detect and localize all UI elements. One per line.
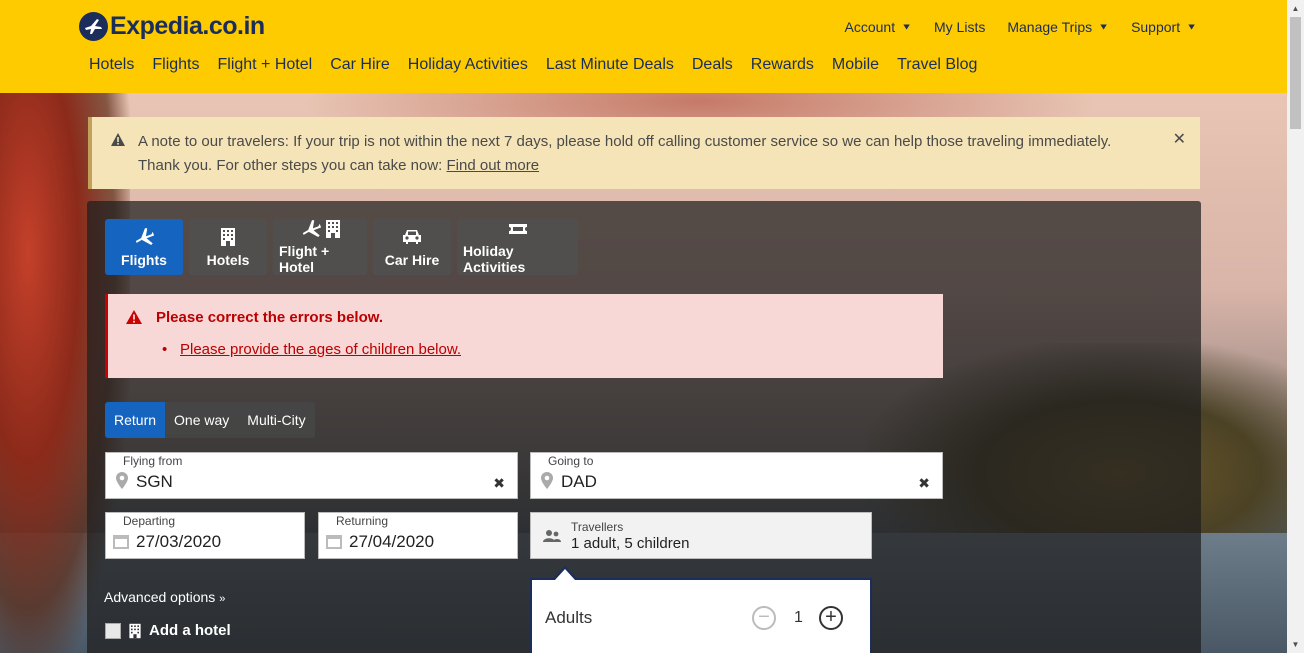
trip-type-multi-city[interactable]: Multi-City — [238, 402, 314, 438]
tab-hotels-label: Hotels — [206, 252, 250, 268]
building-icon — [325, 220, 340, 238]
trip-type-one-way[interactable]: One way — [165, 402, 238, 438]
warning-icon — [111, 133, 125, 146]
adults-count: 1 — [794, 609, 803, 626]
expedia-logo[interactable]: Expedia.co.in — [79, 12, 265, 41]
scroll-thumb[interactable] — [1290, 17, 1301, 129]
find-out-more-link[interactable]: Find out more — [447, 157, 540, 174]
departing-value: 27/03/2020 — [136, 532, 222, 551]
flying-from-value: SGN — [136, 472, 173, 491]
tab-flight-hotel[interactable]: Flight + Hotel — [273, 219, 367, 275]
error-list-item: Please provide the ages of children belo… — [162, 341, 461, 358]
going-to-label: Going to — [548, 454, 594, 468]
add-hotel-checkbox[interactable] — [105, 622, 121, 639]
nav-flights[interactable]: Flights — [152, 56, 199, 74]
tab-flights-label: Flights — [121, 252, 167, 268]
nav-mobile[interactable]: Mobile — [832, 56, 879, 74]
departing-label: Departing — [123, 514, 176, 528]
page-scrollbar[interactable]: ▲ ▼ — [1287, 0, 1304, 653]
utility-nav: Account ▼ My Lists Manage Trips ▼ Support ▼ — [845, 19, 1197, 35]
banner-text: A note to our travelers: If your trip is… — [138, 130, 1148, 178]
tab-holiday-activities-label: Holiday Activities — [463, 243, 526, 275]
scroll-down-arrow-icon[interactable]: ▼ — [1287, 636, 1304, 653]
building-icon — [221, 228, 235, 246]
banner-message: A note to our travelers: If your trip is… — [138, 133, 1112, 174]
double-chevron-down-icon: » — [219, 593, 226, 605]
plane-logo-icon — [79, 12, 108, 41]
close-icon[interactable]: ✕ — [1173, 129, 1186, 149]
support-menu[interactable]: Support ▼ — [1131, 19, 1197, 35]
flying-from-label: Flying from — [123, 454, 183, 468]
trip-type-toggle: Return One way Multi-City — [105, 402, 315, 438]
chevron-down-icon: ▼ — [901, 22, 912, 32]
clear-icon[interactable]: ✖ — [918, 475, 930, 492]
clear-icon[interactable]: ✖ — [493, 475, 505, 492]
my-lists-label: My Lists — [934, 19, 986, 35]
nav-last-minute-deals[interactable]: Last Minute Deals — [546, 56, 674, 74]
site-header: Expedia.co.in Account ▼ My Lists Manage T… — [0, 0, 1287, 93]
chevron-down-icon: ▼ — [1186, 22, 1197, 32]
manage-trips-label: Manage Trips — [1007, 19, 1093, 35]
tab-flight-hotel-label: Flight + Hotel — [279, 243, 330, 275]
advanced-options-label: Advanced options — [104, 589, 216, 605]
advanced-options-toggle[interactable]: Advanced options » — [104, 589, 225, 605]
travellers-selector[interactable]: Travellers 1 adult, 5 children — [530, 512, 872, 559]
calendar-icon — [326, 535, 342, 549]
going-to-value: DAD — [561, 472, 597, 491]
trip-type-return[interactable]: Return — [105, 402, 166, 438]
nav-holiday-activities[interactable]: Holiday Activities — [408, 56, 528, 74]
adults-label: Adults — [545, 608, 593, 627]
tab-holiday-activities[interactable]: Holiday Activities — [457, 219, 578, 275]
warning-icon — [126, 310, 142, 324]
add-hotel-label: Add a hotel — [149, 622, 231, 639]
building-icon — [129, 623, 141, 638]
account-label: Account — [844, 19, 896, 35]
nav-flight-hotel[interactable]: Flight + Hotel — [217, 56, 312, 74]
error-title: Please correct the errors below. — [156, 309, 384, 326]
nav-rewards[interactable]: Rewards — [751, 56, 814, 74]
going-to-field[interactable]: Going to DAD ✖ — [530, 452, 943, 499]
decrease-adults-button[interactable]: − — [752, 606, 776, 630]
scroll-up-arrow-icon[interactable]: ▲ — [1287, 0, 1304, 17]
nav-hotels[interactable]: Hotels — [89, 56, 134, 74]
error-message-box: Please correct the errors below. Please … — [105, 294, 943, 378]
calendar-icon — [113, 535, 129, 549]
add-hotel-option: Add a hotel — [105, 622, 231, 639]
location-pin-icon — [116, 472, 128, 489]
logo-text: Expedia.co.in — [110, 12, 265, 40]
travellers-popup: Adults − 1 + — [530, 578, 872, 653]
car-icon — [403, 230, 421, 244]
plane-icon — [135, 228, 155, 246]
travellers-value: 1 adult, 5 children — [571, 535, 690, 552]
tab-hotels[interactable]: Hotels — [189, 219, 267, 275]
search-tabs: Flights Hotels Flight + Hotel Car Hire H… — [105, 219, 578, 275]
flying-from-field[interactable]: Flying from SGN ✖ — [105, 452, 518, 499]
tab-flights[interactable]: Flights — [105, 219, 183, 275]
travel-notice-banner: A note to our travelers: If your trip is… — [88, 117, 1200, 189]
travellers-label: Travellers — [571, 520, 624, 534]
returning-label: Returning — [336, 514, 389, 528]
tab-car-hire-label: Car Hire — [384, 252, 440, 268]
my-lists-link[interactable]: My Lists — [934, 19, 985, 35]
nav-deals[interactable]: Deals — [692, 56, 733, 74]
departing-date-field[interactable]: Departing 27/03/2020 — [105, 512, 305, 559]
ticket-icon — [508, 224, 527, 234]
returning-value: 27/04/2020 — [349, 532, 435, 551]
account-menu[interactable]: Account ▼ — [845, 19, 912, 35]
chevron-down-icon: ▼ — [1098, 22, 1110, 32]
manage-trips-menu[interactable]: Manage Trips ▼ — [1007, 19, 1109, 35]
increase-adults-button[interactable]: + — [819, 606, 843, 630]
children-ages-error-link[interactable]: Please provide the ages of children belo… — [180, 341, 461, 358]
nav-travel-blog[interactable]: Travel Blog — [897, 56, 977, 74]
support-label: Support — [1131, 19, 1181, 35]
popup-arrow-inner — [555, 569, 575, 580]
plane-icon — [302, 220, 321, 238]
returning-date-field[interactable]: Returning 27/04/2020 — [318, 512, 518, 559]
nav-car-hire[interactable]: Car Hire — [330, 56, 390, 74]
location-pin-icon — [541, 472, 553, 489]
main-nav: Hotels Flights Flight + Hotel Car Hire H… — [89, 56, 977, 74]
people-icon — [543, 530, 561, 542]
tab-car-hire[interactable]: Car Hire — [373, 219, 451, 275]
